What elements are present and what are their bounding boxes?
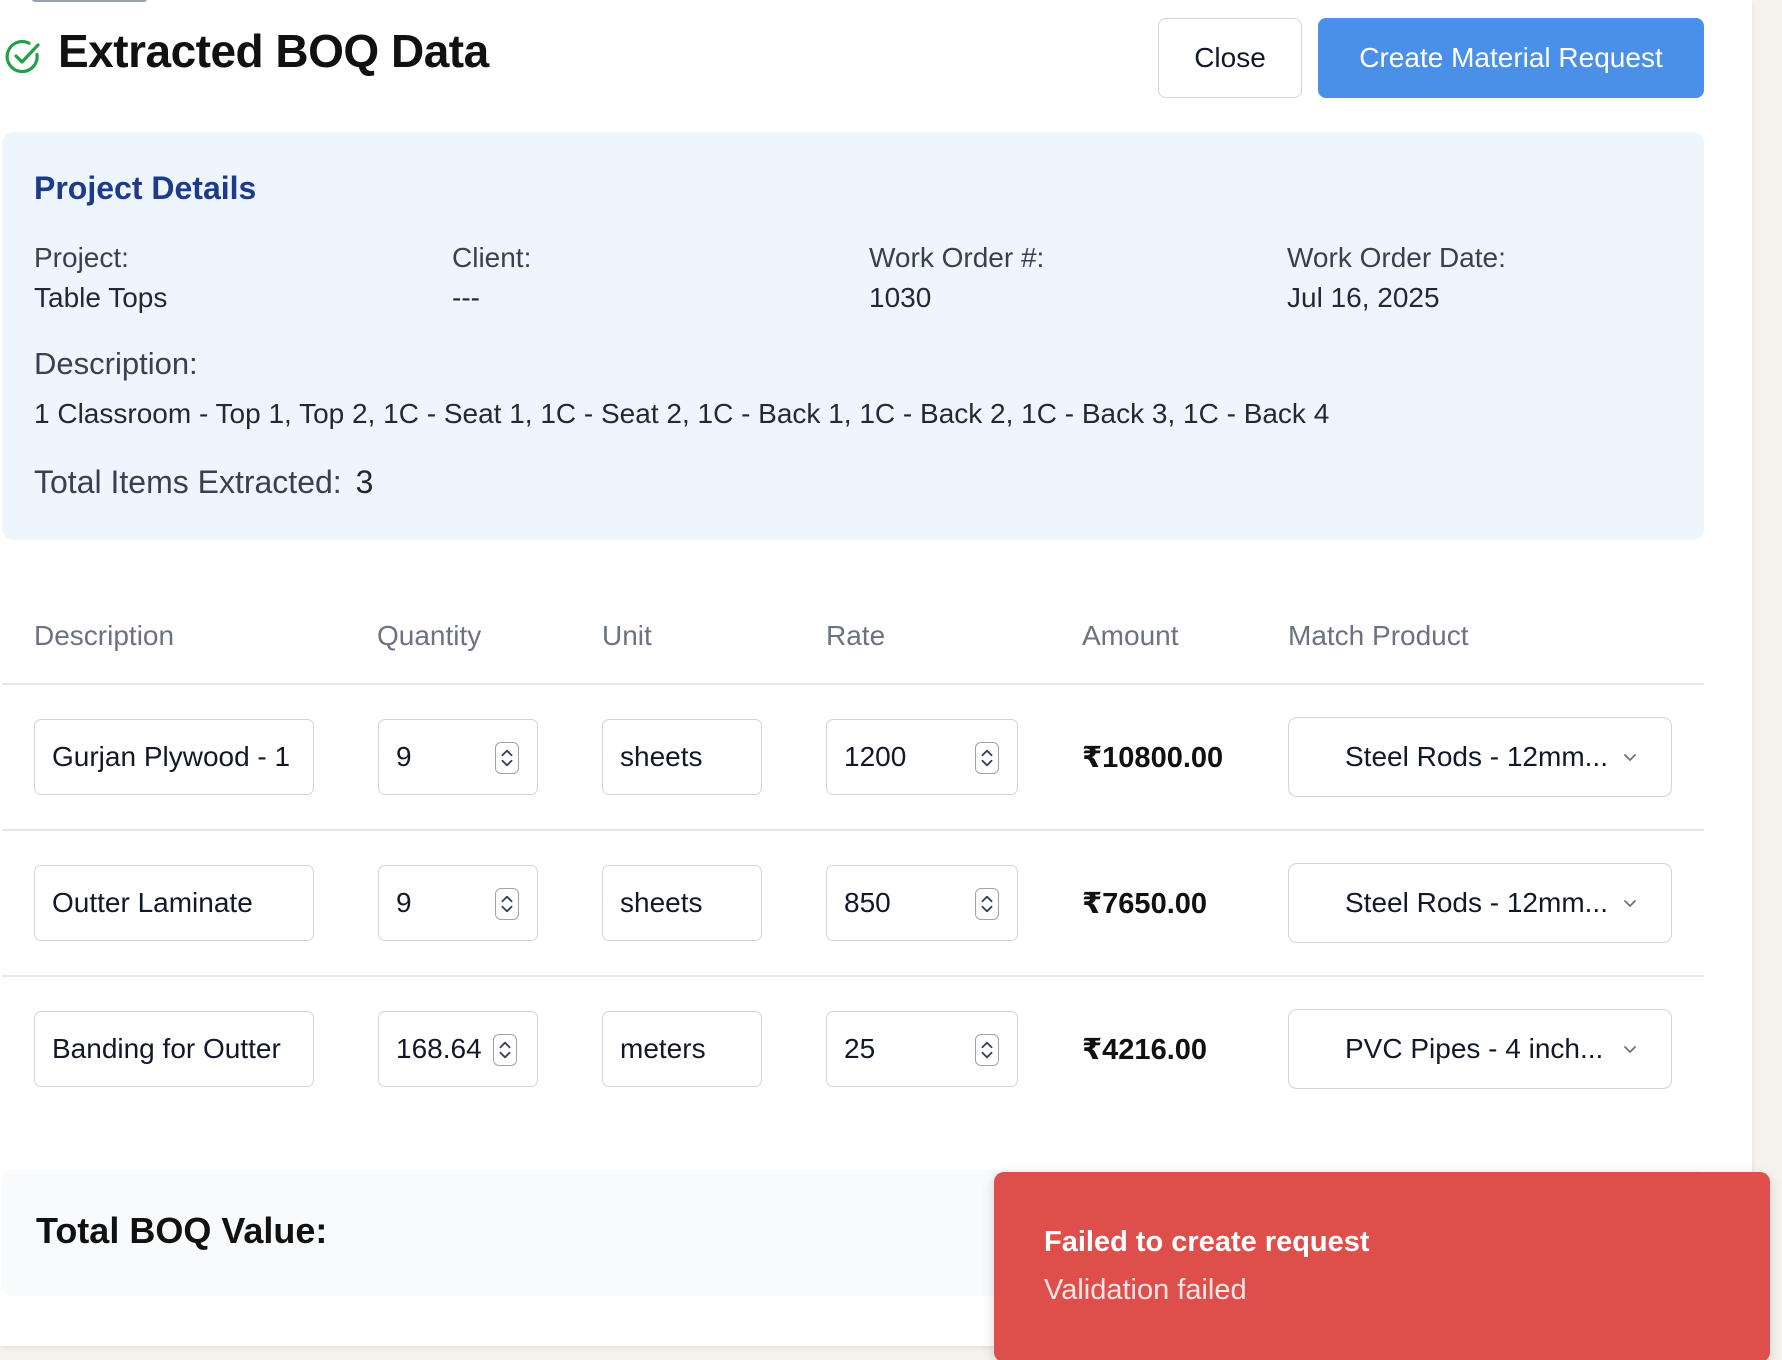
total-items-extracted: Total Items Extracted: 3	[34, 464, 373, 501]
project-value: Table Tops	[34, 282, 168, 313]
spin-buttons-icon[interactable]	[495, 742, 519, 774]
toast-message: Validation failed	[1044, 1274, 1247, 1306]
work-order-date-label: Work Order Date:	[1287, 242, 1506, 273]
description-input[interactable]: Outter Laminate	[34, 865, 314, 941]
work-order-label: Work Order #:	[869, 242, 1045, 273]
spin-buttons-icon[interactable]	[975, 742, 999, 774]
table-divider	[2, 975, 1704, 977]
work-order-value: 1030	[869, 282, 932, 313]
client-value: ---	[452, 282, 480, 313]
column-header-description: Description	[34, 620, 175, 651]
column-header-quantity: Quantity	[377, 620, 482, 651]
chevron-down-icon	[1624, 754, 1636, 761]
spin-buttons-icon[interactable]	[975, 1034, 999, 1066]
match-product-select[interactable]: Steel Rods - 12mm...	[1288, 863, 1672, 943]
check-circle-icon	[5, 39, 40, 74]
rate-stepper[interactable]: 25	[826, 1011, 1018, 1087]
rate-value: 25	[844, 1033, 876, 1064]
project-details-card: Project Details Project: Table Tops Clie…	[2, 132, 1704, 540]
project-details-title: Project Details	[34, 170, 257, 206]
quantity-stepper[interactable]: 168.64	[378, 1011, 538, 1087]
total-items-label: Total Items Extracted:	[34, 464, 342, 500]
work-order-date-value: Jul 16, 2025	[1287, 282, 1440, 313]
amount-value: ₹10800.00	[1082, 742, 1224, 774]
chevron-down-icon	[1624, 900, 1636, 907]
quantity-value: 168.64	[396, 1033, 482, 1064]
table-divider	[2, 829, 1704, 831]
chevron-down-icon	[1624, 1046, 1636, 1053]
boq-modal: Extracted BOQ Data Close Create Material…	[0, 0, 1752, 1346]
quantity-value: 9	[396, 741, 412, 772]
total-boq-label: Total BOQ Value:	[36, 1210, 328, 1251]
page-title: Extracted BOQ Data	[58, 25, 489, 77]
unit-input[interactable]: sheets	[602, 865, 762, 941]
column-header-match-product: Match Product	[1288, 620, 1469, 651]
rate-value: 1200	[844, 741, 907, 772]
spin-buttons-icon[interactable]	[975, 888, 999, 920]
rate-stepper[interactable]: 1200	[826, 719, 1018, 795]
rate-stepper[interactable]: 850	[826, 865, 1018, 941]
project-label: Project:	[34, 242, 129, 273]
description-value: 1 Classroom - Top 1, Top 2, 1C - Seat 1,…	[34, 398, 1330, 429]
quantity-stepper[interactable]: 9	[378, 719, 538, 795]
quantity-value: 9	[396, 887, 412, 918]
error-toast[interactable]: Failed to create request Validation fail…	[994, 1172, 1770, 1360]
spin-buttons-icon[interactable]	[495, 888, 519, 920]
match-product-select[interactable]: Steel Rods - 12mm...	[1288, 717, 1672, 797]
column-header-rate: Rate	[826, 620, 886, 651]
total-items-count: 3	[355, 464, 374, 500]
amount-value: ₹7650.00	[1082, 888, 1208, 920]
column-header-amount: Amount	[1082, 620, 1179, 651]
description-input[interactable]: Gurjan Plywood - 1	[34, 719, 314, 795]
rate-value: 850	[844, 887, 891, 918]
close-button[interactable]: Close	[1158, 18, 1302, 98]
selected-product: Steel Rods - 12mm...	[1345, 741, 1608, 772]
modal-header: Extracted BOQ Data Close Create Material…	[0, 14, 1752, 98]
client-label: Client:	[452, 242, 532, 273]
unit-input[interactable]: sheets	[602, 719, 762, 795]
description-label: Description:	[34, 346, 198, 381]
selected-product: PVC Pipes - 4 inch...	[1345, 1033, 1604, 1064]
unit-input[interactable]: meters	[602, 1011, 762, 1087]
table-divider	[2, 683, 1704, 685]
quantity-stepper[interactable]: 9	[378, 865, 538, 941]
toast-title: Failed to create request	[1044, 1226, 1370, 1258]
create-material-request-button[interactable]: Create Material Request	[1318, 18, 1704, 98]
description-input[interactable]: Banding for Outter	[34, 1011, 314, 1087]
drag-handle[interactable]	[32, 0, 147, 2]
match-product-select[interactable]: PVC Pipes - 4 inch...	[1288, 1009, 1672, 1089]
amount-value: ₹4216.00	[1082, 1034, 1208, 1066]
selected-product: Steel Rods - 12mm...	[1345, 887, 1608, 918]
column-header-unit: Unit	[602, 620, 652, 651]
spin-buttons-icon[interactable]	[493, 1034, 517, 1066]
